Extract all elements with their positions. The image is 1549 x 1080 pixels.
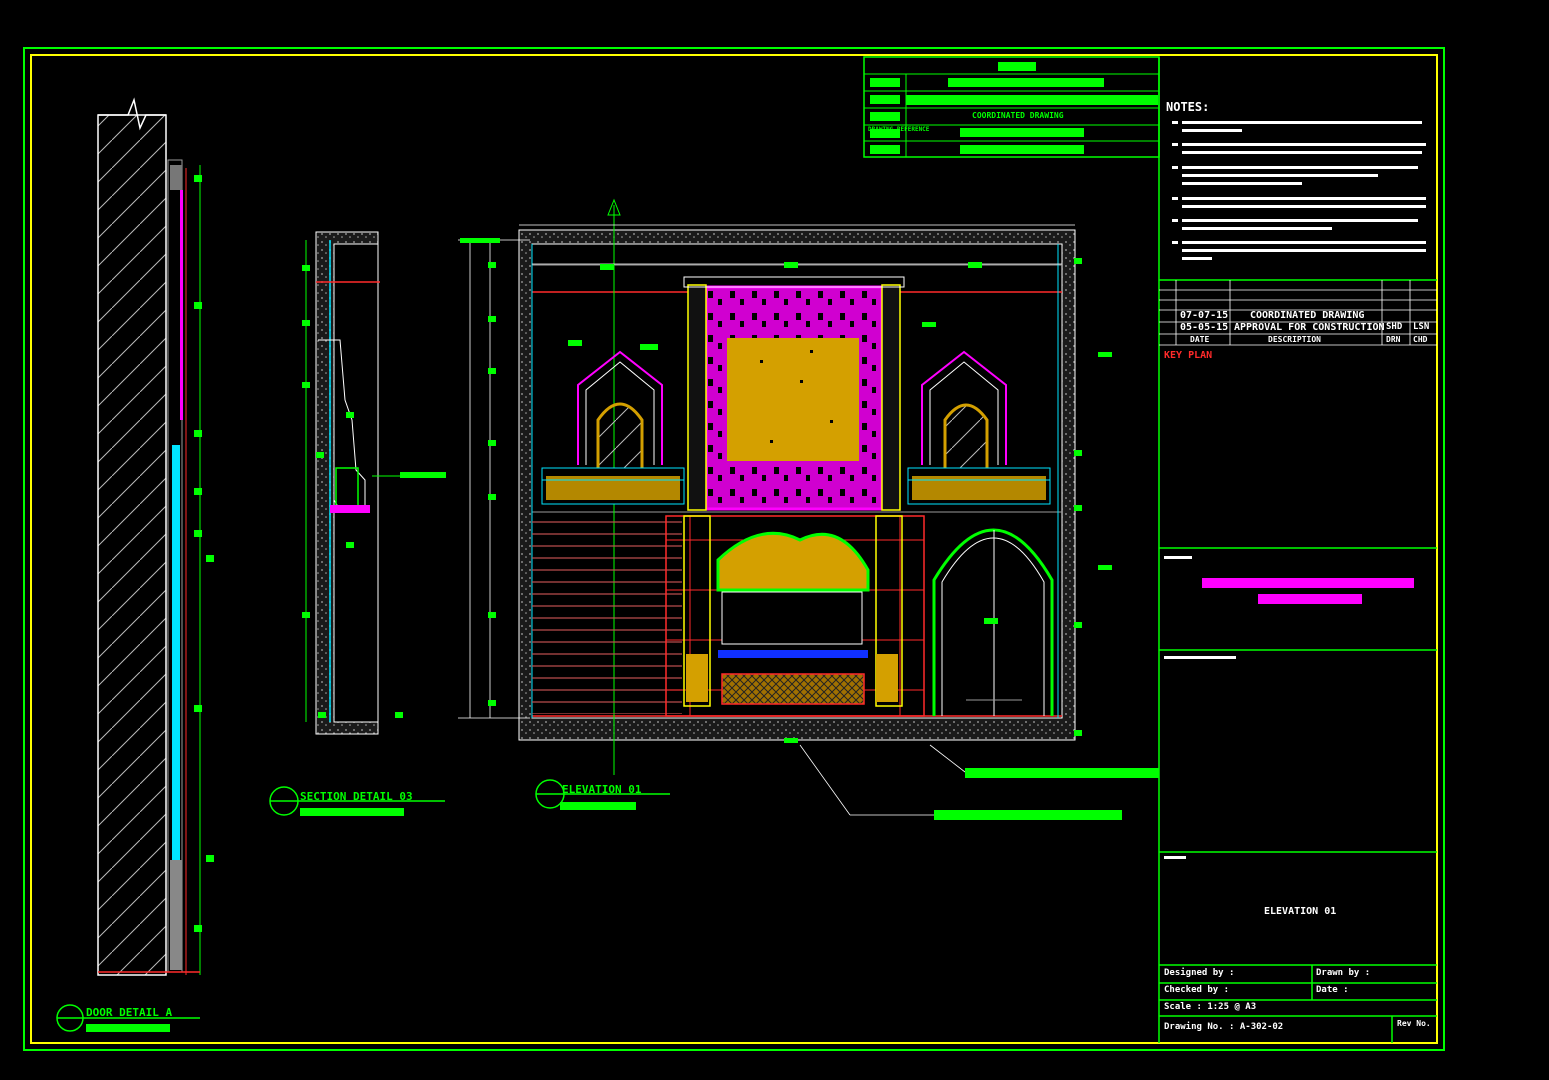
date-label: Date : — [1316, 985, 1349, 995]
revision-2-desc: APPROVAL FOR CONSTRUCTION — [1234, 322, 1385, 333]
door-detail-view — [97, 97, 214, 976]
revision-number-label: Rev No. — [1397, 1019, 1431, 1028]
scale-label: Scale : 1:25 @ A3 — [1164, 1002, 1257, 1012]
elevation-label: ELEVATION 01 — [562, 783, 642, 796]
logo-bar-1 — [1202, 578, 1414, 588]
revision-header-drn: DRN — [1386, 335, 1401, 344]
checked-by: Checked by : — [1164, 985, 1230, 995]
drawing-number: Drawing No. : A-302-02 — [1164, 1022, 1284, 1032]
revision-header-description: DESCRIPTION — [1268, 335, 1321, 344]
revision-1-date: 07-07-15 — [1180, 310, 1229, 321]
header-table — [863, 56, 1160, 158]
revision-header-date: DATE — [1190, 335, 1210, 344]
notes-lines — [1164, 121, 1426, 859]
section-detail-view — [302, 231, 446, 735]
cad-drawing-canvas — [23, 47, 1445, 1051]
revision-2-chk: SHD — [1386, 322, 1403, 332]
logo-bar-2 — [1258, 594, 1362, 604]
drawing-title: ELEVATION 01 — [1264, 906, 1337, 917]
door-detail-label: DOOR DETAIL A — [86, 1006, 173, 1019]
header-table-label: DRAWING REFERENCE — [868, 126, 930, 133]
main-elevation-view — [458, 198, 1159, 820]
key-plan-label: KEY PLAN — [1164, 350, 1213, 361]
title-block-frame — [1158, 57, 1437, 1043]
revision-2-date: 05-05-15 — [1180, 322, 1229, 333]
section-detail-label: SECTION DETAIL 03 — [300, 790, 413, 803]
notes-heading: NOTES: — [1166, 100, 1210, 114]
revision-1-desc: COORDINATED DRAWING — [1250, 310, 1365, 321]
designed-by: Designed by : — [1164, 968, 1235, 978]
drawn-by: Drawn by : — [1316, 968, 1371, 978]
header-table-value: COORDINATED DRAWING — [972, 111, 1064, 120]
revision-2-appr: LSN — [1413, 322, 1430, 332]
revision-header-chd: CHD — [1413, 335, 1428, 344]
